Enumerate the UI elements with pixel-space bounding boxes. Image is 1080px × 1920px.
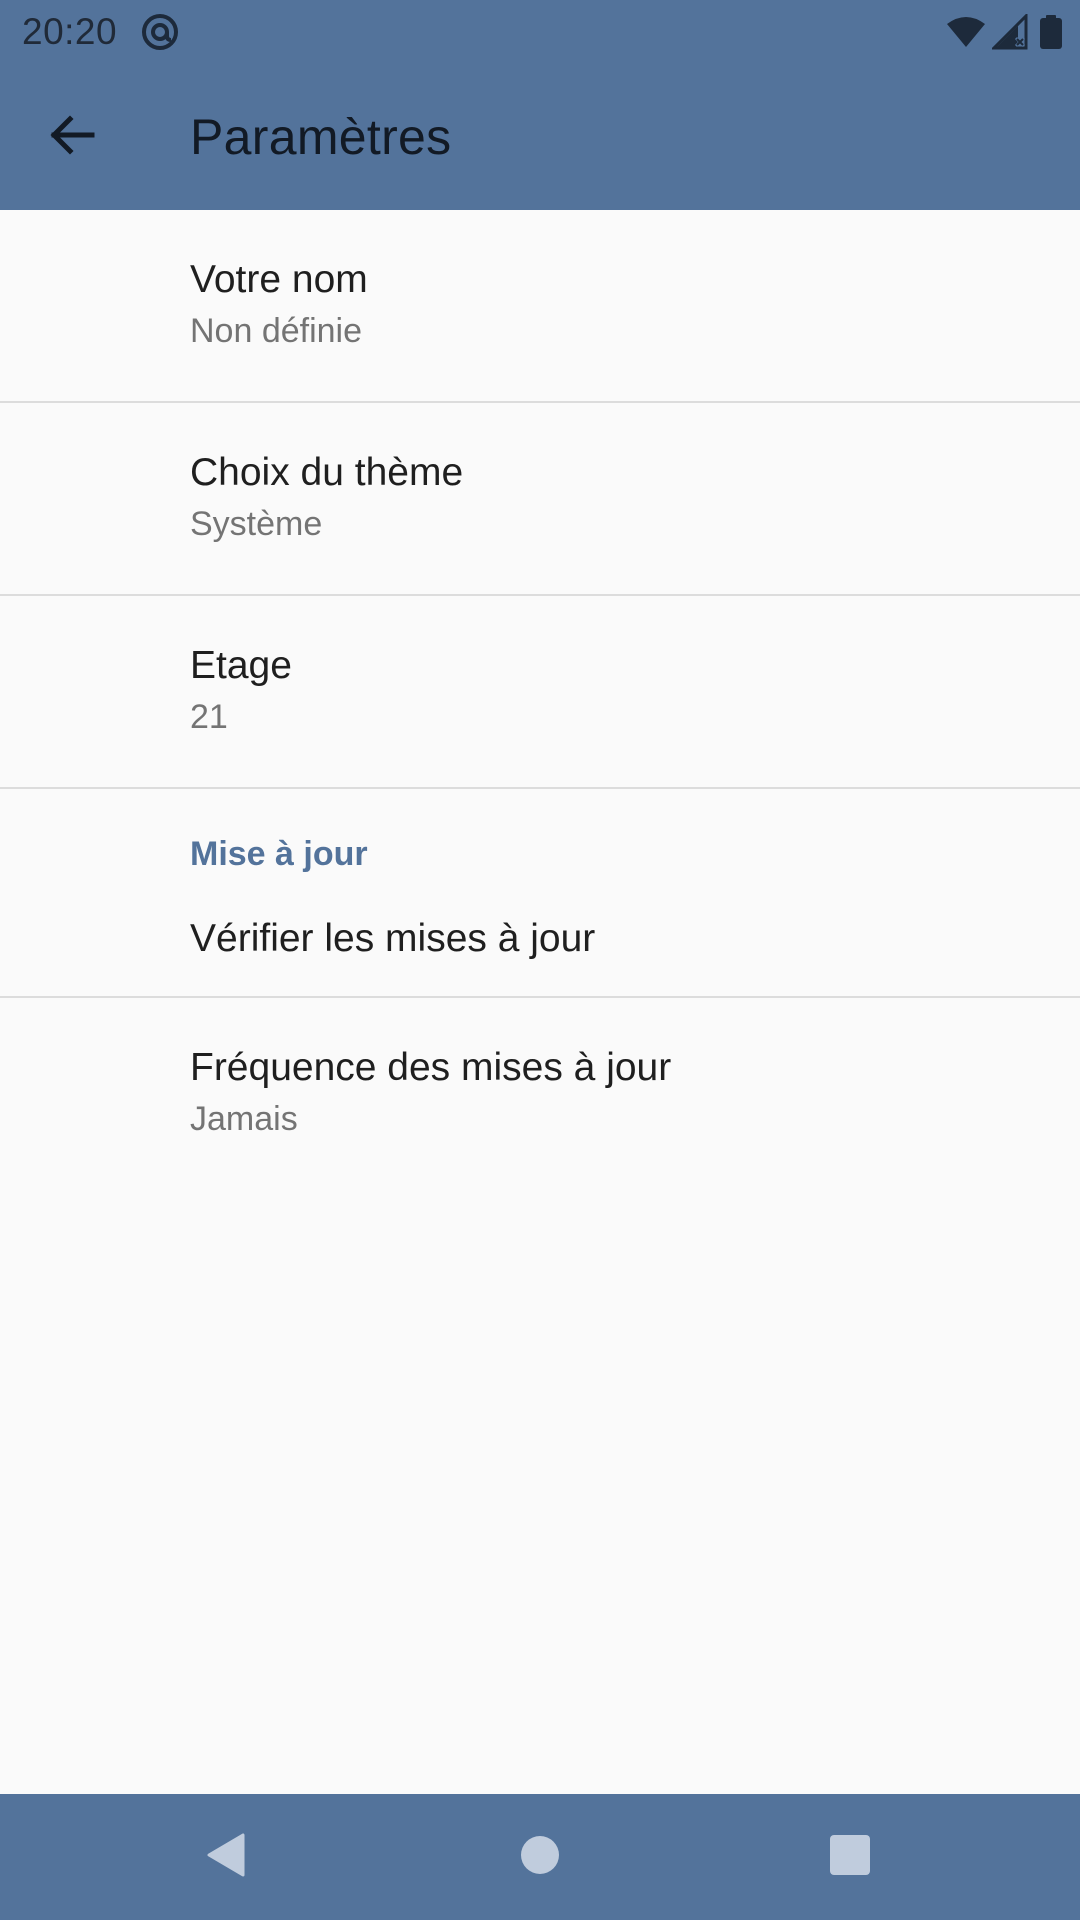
pref-summary: Jamais: [190, 1100, 298, 1138]
pref-summary: 21: [190, 698, 228, 736]
wifi-icon: [946, 15, 986, 49]
settings-list: Votre nom Non définie Choix du thème Sys…: [0, 210, 1080, 1189]
page-title: Paramètres: [190, 109, 452, 165]
nav-recents-button[interactable]: [790, 1794, 910, 1920]
pref-title: Votre nom: [190, 258, 368, 301]
back-button[interactable]: [38, 103, 106, 171]
pref-update-frequency[interactable]: Fréquence des mises à jour Jamais: [0, 998, 1080, 1189]
app-bar: Paramètres: [0, 63, 1080, 210]
category-title: Mise à jour: [190, 835, 368, 873]
pref-theme-choice[interactable]: Choix du thème Système: [0, 403, 1080, 596]
battery-icon: [1040, 15, 1062, 49]
nav-back-button[interactable]: [165, 1794, 285, 1920]
pref-summary: Système: [190, 505, 323, 543]
category-updates: Mise à jour: [0, 789, 1080, 885]
pref-title: Etage: [190, 644, 292, 687]
pref-title: Choix du thème: [190, 451, 464, 494]
signal-icon: [992, 14, 1028, 50]
pref-floor[interactable]: Etage 21: [0, 596, 1080, 789]
pref-summary: Non définie: [190, 312, 363, 350]
nav-home-button[interactable]: [480, 1794, 600, 1920]
status-bar: 20:20: [0, 0, 1080, 63]
status-time: 20:20: [22, 11, 118, 52]
nav-back-icon: [205, 1833, 245, 1882]
arrow-back-icon: [48, 111, 96, 164]
nav-home-icon: [520, 1835, 560, 1880]
pref-title: Vérifier les mises à jour: [190, 917, 596, 960]
pref-title: Fréquence des mises à jour: [190, 1046, 672, 1089]
navigation-bar: [0, 1794, 1080, 1920]
pref-check-updates[interactable]: Vérifier les mises à jour: [0, 885, 1080, 998]
status-icons: [946, 14, 1062, 50]
at-sign-icon: [140, 12, 180, 52]
nav-recents-icon: [830, 1834, 870, 1880]
pref-your-name[interactable]: Votre nom Non définie: [0, 210, 1080, 403]
